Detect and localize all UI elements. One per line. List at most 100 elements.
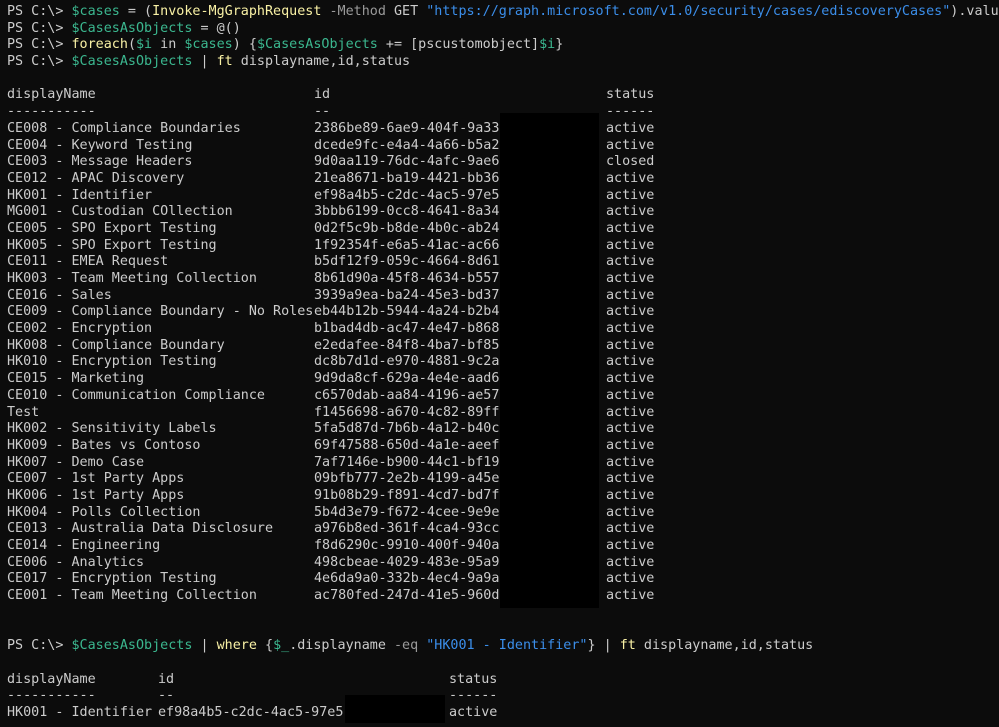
- cell-status: active: [606, 371, 655, 387]
- command-token: |: [192, 638, 217, 654]
- table-header: displayName id status: [7, 87, 999, 104]
- prompt-text: PS C:\>: [7, 20, 64, 36]
- cell-displayname: CE003 - Message Headers: [7, 154, 193, 170]
- cell-displayname: -----------: [7, 688, 96, 704]
- cell-displayname: CE009 - Compliance Boundary - No Roles: [7, 304, 314, 320]
- table-header: displayName id status: [7, 672, 999, 689]
- cell-status: active: [606, 554, 655, 570]
- cell-status: active: [449, 704, 498, 720]
- command-block: PS C:\> $cases = (Invoke-MgGraphRequest …: [7, 4, 999, 71]
- command-token: ft: [216, 54, 233, 70]
- command-line: PS C:\> $CasesAsObjects | where {$_.disp…: [7, 638, 999, 655]
- cell-status: active: [606, 421, 655, 437]
- cell-displayname: HK008 - Compliance Boundary: [7, 337, 225, 353]
- cell-displayname: CE017 - Encryption Testing: [7, 571, 217, 587]
- cell-displayname: HK009 - Bates vs Contoso: [7, 437, 201, 453]
- command-token: $cases: [184, 37, 233, 53]
- command-token: (: [127, 37, 136, 53]
- cell-displayname: CE001 - Team Meeting Collection: [7, 588, 257, 604]
- cell-displayname: HK003 - Team Meeting Collection: [7, 271, 257, 286]
- command-token: } |: [587, 638, 620, 654]
- command-token: $CasesAsObjects: [71, 20, 193, 36]
- cell-displayname: MG001 - Custodian COllection: [7, 204, 233, 220]
- cell-status: active: [606, 137, 655, 153]
- cell-status: active: [606, 387, 655, 403]
- command-token: "https://graph.microsoft.com/v1.0/securi…: [426, 4, 951, 19]
- cell-status: active: [606, 287, 655, 303]
- command-token: [63, 37, 71, 52]
- cell-status: active: [606, 321, 655, 337]
- cell-displayname: HK010 - Encryption Testing: [7, 354, 217, 370]
- command-line: PS C:\> $CasesAsObjects | ft displayname…: [7, 54, 999, 71]
- command-token: $_: [273, 638, 290, 654]
- cell-status: active: [606, 504, 655, 520]
- command-token: |: [192, 54, 217, 70]
- command-token: -eq: [394, 638, 419, 654]
- cell-status: active: [606, 404, 655, 420]
- cell-status: active: [606, 254, 655, 270]
- cell-displayname: HK007 - Demo Case: [7, 454, 145, 470]
- cell-displayname: displayName: [7, 671, 96, 687]
- cell-status: ------: [449, 688, 498, 704]
- cell-displayname: CE007 - 1st Party Apps: [7, 471, 185, 487]
- command-token: $cases: [71, 4, 120, 19]
- command-token: = @(): [192, 20, 241, 36]
- command-token: ) {: [232, 37, 257, 53]
- cell-status: active: [606, 354, 655, 370]
- redaction-block-table2: [345, 695, 445, 723]
- cell-id: id: [158, 671, 175, 687]
- cell-displayname: Test: [7, 404, 40, 420]
- prompt-text: PS C:\>: [7, 638, 64, 654]
- command-token: $CasesAsObjects: [71, 54, 193, 70]
- cell-displayname: CE010 - Communication Compliance: [7, 387, 265, 403]
- cell-id: id: [314, 87, 331, 103]
- table-header-underline: ----------- -- ------: [7, 688, 999, 705]
- cell-displayname: HK005 - SPO Export Testing: [7, 237, 217, 253]
- command-token: = (: [119, 4, 153, 19]
- cell-displayname: HK004 - Polls Collection: [7, 504, 201, 520]
- cell-displayname: -----------: [7, 104, 96, 120]
- cell-status: active: [606, 204, 655, 220]
- command-line: PS C:\> $cases = (Invoke-MgGraphRequest …: [7, 4, 999, 21]
- cell-status: active: [606, 454, 655, 470]
- cell-displayname: CE006 - Analytics: [7, 554, 145, 570]
- command-token: -Method: [321, 4, 394, 19]
- cell-displayname: CE015 - Marketing: [7, 371, 145, 387]
- command-token: $CasesAsObjects: [256, 37, 378, 53]
- cell-status: active: [606, 471, 655, 487]
- cell-status: closed: [606, 154, 655, 170]
- cell-displayname: CE008 - Compliance Boundaries: [7, 120, 241, 136]
- command-token: displayname,id,status: [635, 638, 814, 654]
- command-token: $i: [136, 37, 153, 53]
- filter-command: PS C:\> $CasesAsObjects | where {$_.disp…: [7, 638, 999, 655]
- cell-displayname: CE013 - Australia Data Disclosure: [7, 521, 274, 537]
- command-token: "HK001 - Identifier": [426, 638, 588, 654]
- table-row: HK001 - Identifier ef98a4b5-c2dc-4ac5-97e…: [7, 705, 999, 722]
- cell-status: status: [449, 671, 498, 687]
- cell-displayname: CE011 - EMEA Request: [7, 254, 169, 270]
- command-token: foreach: [71, 37, 128, 53]
- command-token: }: [555, 37, 564, 53]
- command-token: [63, 4, 71, 19]
- cell-status: ------: [606, 104, 655, 120]
- command-line: PS C:\> $CasesAsObjects = @(): [7, 21, 999, 38]
- cell-displayname: CE014 - Engineering: [7, 538, 161, 553]
- command-token: $CasesAsObjects: [71, 638, 193, 654]
- cell-status: active: [606, 187, 655, 203]
- cell-displayname: CE016 - Sales: [7, 287, 112, 303]
- command-token: += [pscustomobject]: [377, 37, 540, 53]
- cell-status: active: [606, 538, 655, 553]
- command-token: ft: [619, 638, 636, 654]
- cell-status: active: [606, 437, 655, 453]
- cell-displayname: HK001 - Identifier: [7, 704, 153, 720]
- command-token: ).value: [950, 4, 999, 19]
- cell-displayname: CE005 - SPO Export Testing: [7, 220, 217, 236]
- cell-status: active: [606, 521, 655, 537]
- redaction-block-table1: [500, 113, 599, 608]
- cell-status: status: [606, 87, 655, 103]
- prompt-text: PS C:\>: [7, 54, 64, 70]
- cell-status: active: [606, 337, 655, 353]
